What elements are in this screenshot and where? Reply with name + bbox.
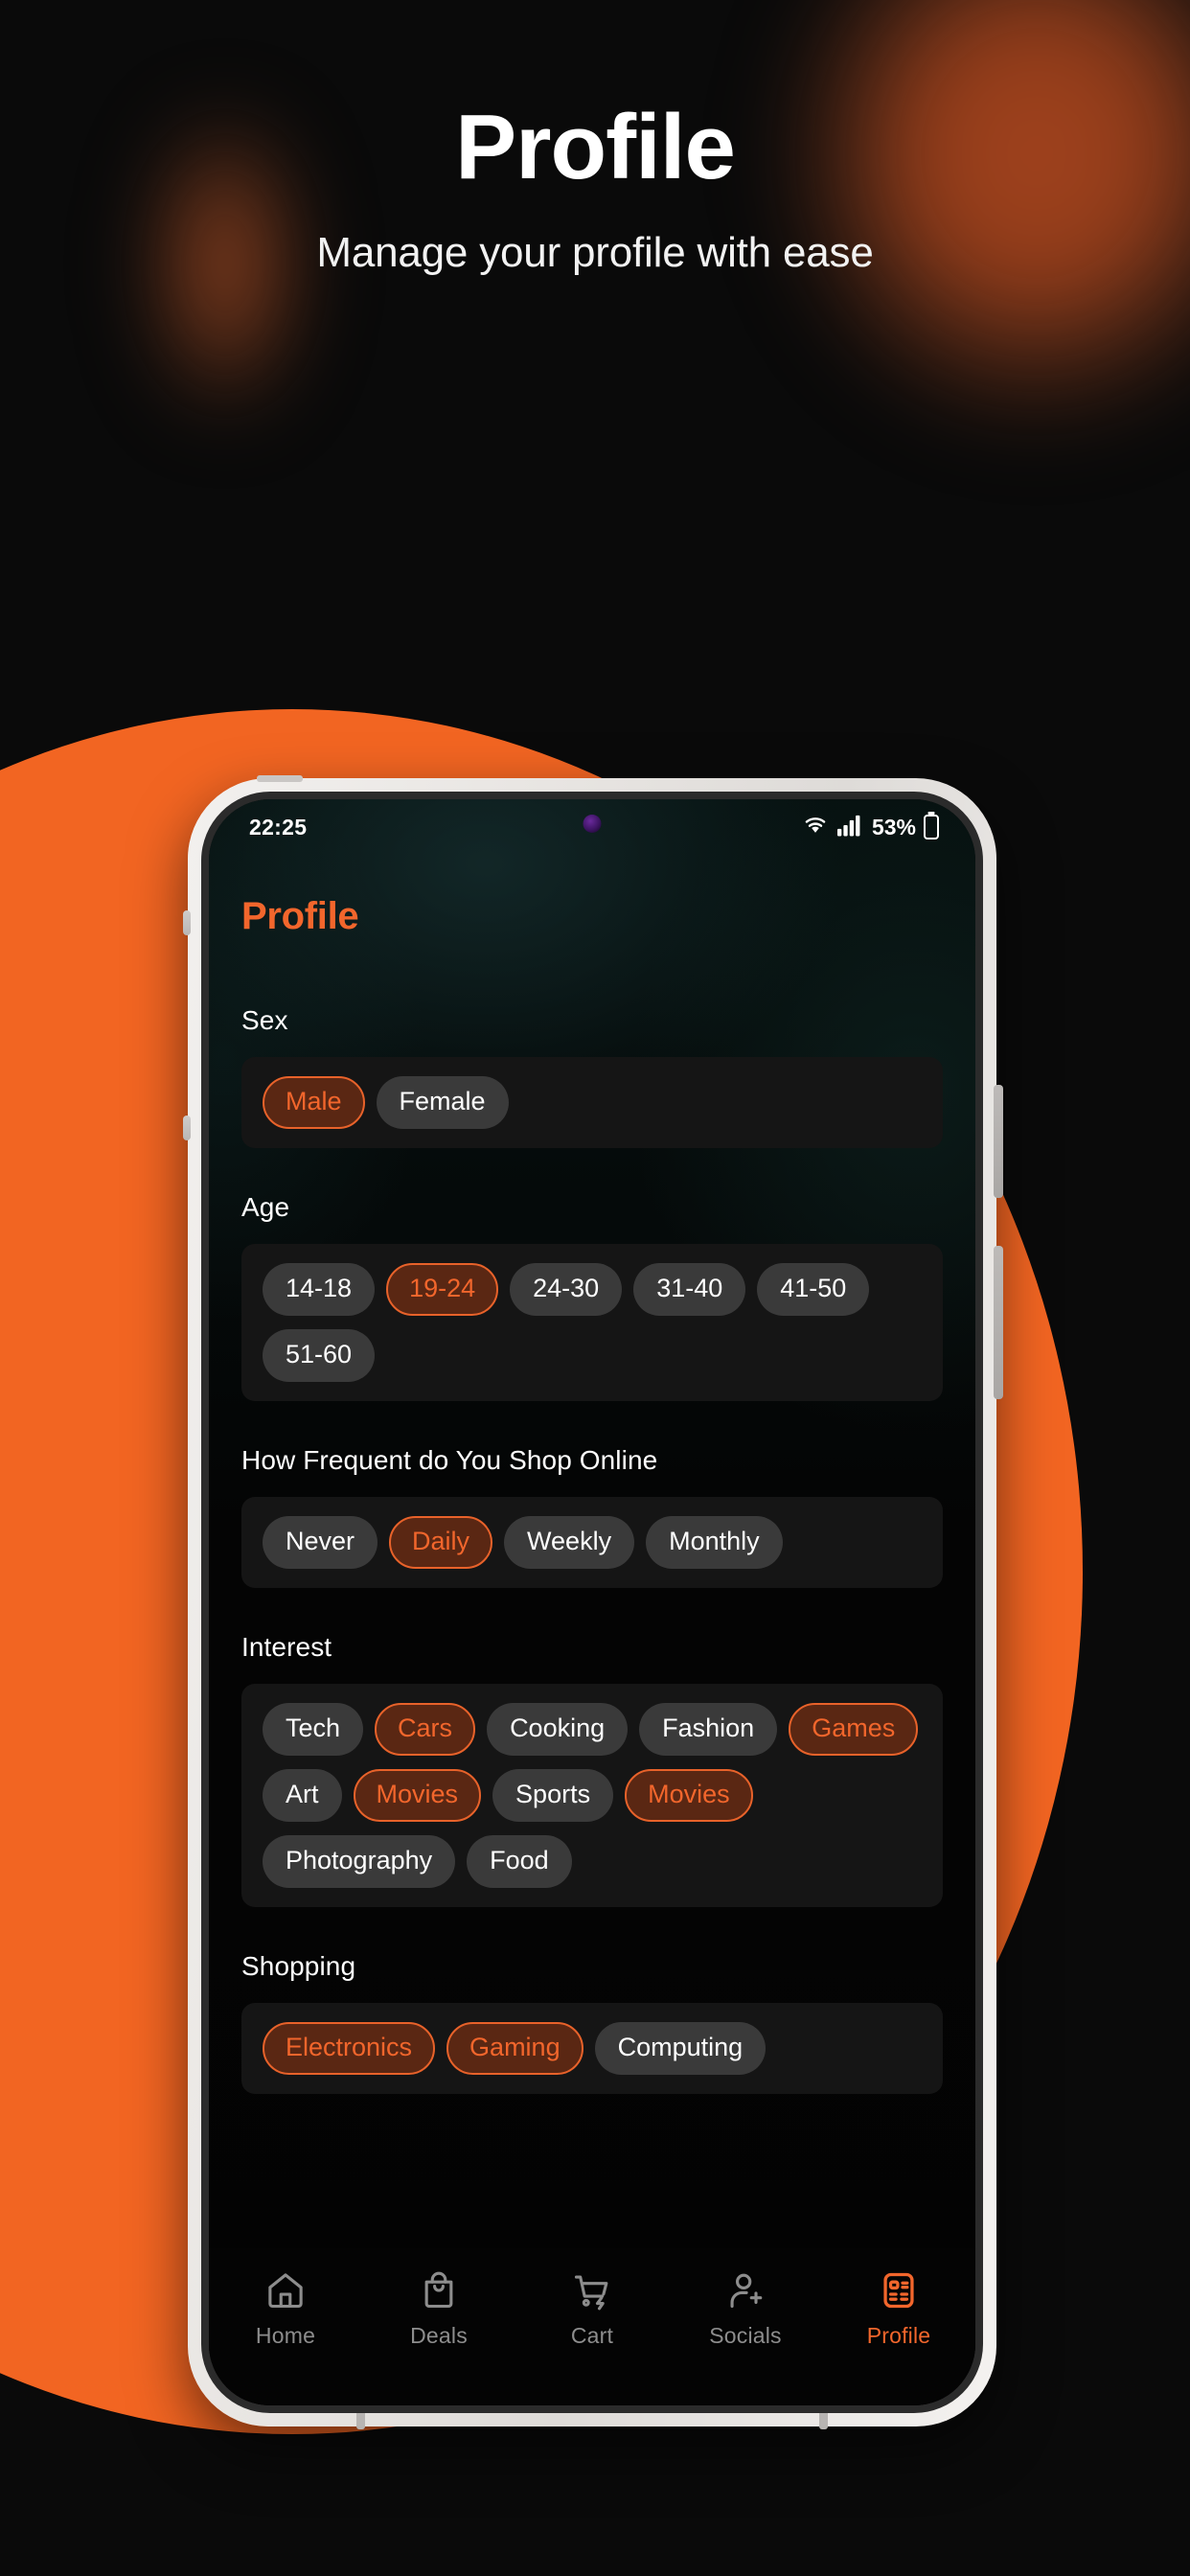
bottom-navigation-bar: Home Deals Cart Socials Profile xyxy=(209,2248,975,2405)
person-add-icon xyxy=(724,2269,767,2312)
chip-option[interactable]: Cooking xyxy=(487,1703,629,1756)
chip-option[interactable]: Daily xyxy=(389,1516,493,1569)
chip-option[interactable]: Male xyxy=(263,1076,365,1129)
front-camera-punch-hole xyxy=(583,815,602,833)
battery-percentage: 53% xyxy=(871,814,916,840)
status-indicators: 53% xyxy=(801,814,939,841)
nav-item-socials[interactable]: Socials xyxy=(669,2269,822,2349)
chip-group-card: Never Daily Weekly Monthly xyxy=(241,1497,943,1588)
chip-option[interactable]: Movies xyxy=(625,1769,753,1822)
chip-option[interactable]: Fashion xyxy=(639,1703,778,1756)
chip-option[interactable]: Never xyxy=(263,1516,378,1569)
profile-section: Shopping Electronics Gaming Computing xyxy=(241,1951,943,2094)
chip-group-card: 14-18 19-24 24-30 31-40 41-50 51-60 xyxy=(241,1244,943,1401)
status-time: 22:25 xyxy=(249,814,308,840)
profile-section: How Frequent do You Shop Online Never Dail… xyxy=(241,1445,943,1588)
promo-title: Profile xyxy=(455,96,736,198)
chip-option[interactable]: 51-60 xyxy=(263,1329,376,1382)
status-bar: 22:25 53% xyxy=(209,799,975,855)
chip-group-card: Electronics Gaming Computing xyxy=(241,2003,943,2094)
battery-icon xyxy=(924,815,939,840)
nav-item-label: Profile xyxy=(866,2323,931,2348)
volume-up-button[interactable] xyxy=(183,910,191,935)
chip-option[interactable]: Electronics xyxy=(263,2022,436,2075)
profile-section: Interest Tech Cars Cooking Fashion Games Art Mo… xyxy=(241,1632,943,1907)
nav-item-label: Socials xyxy=(709,2323,782,2348)
profile-section: Age 14-18 19-24 24-30 31-40 41-50 51-60 xyxy=(241,1192,943,1401)
cart-icon xyxy=(571,2269,613,2312)
chip-option[interactable]: 19-24 xyxy=(386,1263,499,1316)
wifi-icon xyxy=(801,814,830,841)
volume-down-button[interactable] xyxy=(183,1116,191,1140)
section-label: How Frequent do You Shop Online xyxy=(241,1445,658,1475)
chip-option[interactable]: Movies xyxy=(353,1769,482,1822)
nav-item-label: Deals xyxy=(410,2323,468,2348)
profile-section: Sex Male Female xyxy=(241,1005,943,1148)
nav-item-profile[interactable]: Profile xyxy=(822,2269,975,2349)
signal-bars-icon xyxy=(836,814,864,841)
chip-option[interactable]: 14-18 xyxy=(263,1263,376,1316)
id-card-icon xyxy=(878,2269,920,2312)
promo-subtitle: Manage your profile with ease xyxy=(316,228,874,276)
page-title: Profile xyxy=(241,895,359,937)
chip-option[interactable]: Female xyxy=(376,1076,509,1129)
chip-option[interactable]: 41-50 xyxy=(757,1263,870,1316)
nav-item-home[interactable]: Home xyxy=(209,2269,362,2349)
phone-top-antenna-line xyxy=(257,775,303,782)
nav-item-cart[interactable]: Cart xyxy=(515,2269,669,2349)
nav-item-deals[interactable]: Deals xyxy=(362,2269,515,2349)
chip-option[interactable]: Gaming xyxy=(446,2022,584,2075)
app-screen: 22:25 53% Profile Sex Male Female Age 14… xyxy=(209,799,975,2405)
section-label: Sex xyxy=(241,1005,288,1035)
chip-option[interactable]: 24-30 xyxy=(510,1263,623,1316)
home-icon xyxy=(264,2269,307,2312)
chip-option[interactable]: Weekly xyxy=(504,1516,635,1569)
power-button[interactable] xyxy=(994,1085,1003,1198)
phone-mockup: 22:25 53% Profile Sex Male Female Age 14… xyxy=(183,775,1003,2429)
phone-screen: 22:25 53% Profile Sex Male Female Age 14… xyxy=(209,799,975,2405)
chip-option[interactable]: Food xyxy=(467,1835,572,1888)
side-button-secondary[interactable] xyxy=(994,1246,1003,1399)
profile-content-scroll[interactable]: Profile Sex Male Female Age 14-18 19-24 24-30 3… xyxy=(209,855,975,2248)
nav-item-label: Home xyxy=(255,2323,316,2348)
section-label: Age xyxy=(241,1192,290,1222)
chip-option[interactable]: Photography xyxy=(263,1835,456,1888)
chip-option[interactable]: 31-40 xyxy=(633,1263,746,1316)
profile-sections: Sex Male Female Age 14-18 19-24 24-30 31-40 41-5… xyxy=(241,1005,943,2094)
chip-option[interactable]: Computing xyxy=(594,2022,767,2075)
chip-option[interactable]: Cars xyxy=(375,1703,476,1756)
chip-option[interactable]: Tech xyxy=(263,1703,364,1756)
chip-option[interactable]: Games xyxy=(789,1703,919,1756)
chip-group-card: Male Female xyxy=(241,1057,943,1148)
chip-option[interactable]: Monthly xyxy=(646,1516,783,1569)
nav-item-label: Cart xyxy=(570,2323,614,2348)
section-label: Interest xyxy=(241,1632,332,1662)
chip-option[interactable]: Sports xyxy=(492,1769,614,1822)
chip-option[interactable]: Art xyxy=(263,1769,342,1822)
bag-icon xyxy=(418,2269,460,2312)
chip-group-card: Tech Cars Cooking Fashion Games Art Movies Spor… xyxy=(241,1684,943,1907)
promo-copy: Profile Manage your profile with ease xyxy=(0,0,1190,277)
section-label: Shopping xyxy=(241,1951,356,1981)
